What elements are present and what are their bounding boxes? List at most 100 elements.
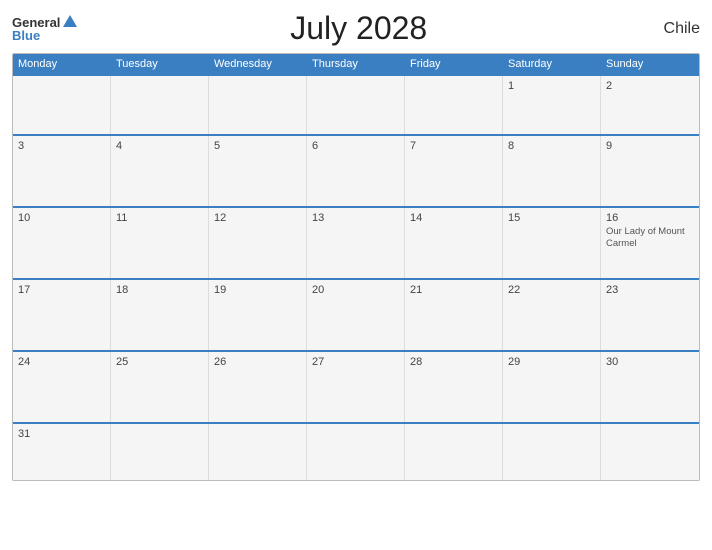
day-number: 12 bbox=[214, 212, 301, 224]
calendar-cell-2-4: 14 bbox=[405, 208, 503, 278]
calendar-cell-0-5: 1 bbox=[503, 76, 601, 134]
page: General Blue July 2028 Chile Monday Tues… bbox=[0, 0, 712, 550]
calendar-cell-0-6: 2 bbox=[601, 76, 699, 134]
calendar-cell-3-2: 19 bbox=[209, 280, 307, 350]
calendar-row-1: 3456789 bbox=[13, 134, 699, 206]
day-number: 8 bbox=[508, 140, 595, 152]
calendar-cell-1-4: 7 bbox=[405, 136, 503, 206]
header-tuesday: Tuesday bbox=[111, 54, 209, 74]
country-label: Chile bbox=[640, 20, 700, 38]
event-label: Our Lady of Mount Carmel bbox=[606, 226, 694, 251]
day-number: 20 bbox=[312, 284, 399, 296]
day-number: 18 bbox=[116, 284, 203, 296]
calendar-row-0: 12 bbox=[13, 74, 699, 134]
calendar-cell-1-3: 6 bbox=[307, 136, 405, 206]
day-number: 30 bbox=[606, 356, 694, 368]
day-number: 10 bbox=[18, 212, 105, 224]
day-number: 16 bbox=[606, 212, 694, 224]
calendar-header: Monday Tuesday Wednesday Thursday Friday… bbox=[13, 54, 699, 74]
calendar-cell-4-2: 26 bbox=[209, 352, 307, 422]
header-saturday: Saturday bbox=[503, 54, 601, 74]
calendar-cell-3-0: 17 bbox=[13, 280, 111, 350]
logo-general-row: General bbox=[12, 15, 77, 29]
day-number: 3 bbox=[18, 140, 105, 152]
day-number: 13 bbox=[312, 212, 399, 224]
calendar-cell-4-3: 27 bbox=[307, 352, 405, 422]
day-number: 17 bbox=[18, 284, 105, 296]
day-number: 21 bbox=[410, 284, 497, 296]
calendar-cell-0-4 bbox=[405, 76, 503, 134]
header-monday: Monday bbox=[13, 54, 111, 74]
calendar-cell-5-0: 31 bbox=[13, 424, 111, 480]
calendar-cell-5-3 bbox=[307, 424, 405, 480]
calendar-cell-2-6: 16 Our Lady of Mount Carmel bbox=[601, 208, 699, 278]
day-number: 27 bbox=[312, 356, 399, 368]
calendar-cell-3-1: 18 bbox=[111, 280, 209, 350]
header-sunday: Sunday bbox=[601, 54, 699, 74]
calendar-cell-5-1 bbox=[111, 424, 209, 480]
day-number: 15 bbox=[508, 212, 595, 224]
calendar-row-4: 24 25 26 27 28 29 30 bbox=[13, 350, 699, 422]
calendar-cell-0-0 bbox=[13, 76, 111, 134]
day-number: 1 bbox=[508, 80, 595, 92]
calendar-cell-3-5: 22 bbox=[503, 280, 601, 350]
day-number: 29 bbox=[508, 356, 595, 368]
calendar-cell-2-0: 10 bbox=[13, 208, 111, 278]
calendar-cell-1-0: 3 bbox=[13, 136, 111, 206]
day-number: 7 bbox=[410, 140, 497, 152]
calendar-cell-5-6 bbox=[601, 424, 699, 480]
calendar-cell-5-4 bbox=[405, 424, 503, 480]
day-number: 2 bbox=[606, 80, 694, 92]
day-number: 24 bbox=[18, 356, 105, 368]
header-wednesday: Wednesday bbox=[209, 54, 307, 74]
calendar-cell-4-4: 28 bbox=[405, 352, 503, 422]
calendar-cell-1-2: 5 bbox=[209, 136, 307, 206]
calendar-cell-0-3 bbox=[307, 76, 405, 134]
day-number: 4 bbox=[116, 140, 203, 152]
calendar-cell-3-6: 23 bbox=[601, 280, 699, 350]
day-number: 11 bbox=[116, 212, 203, 224]
day-number: 26 bbox=[214, 356, 301, 368]
calendar-cell-0-1 bbox=[111, 76, 209, 134]
calendar-cell-1-6: 9 bbox=[601, 136, 699, 206]
header: General Blue July 2028 Chile bbox=[12, 10, 700, 47]
logo-general: General bbox=[12, 16, 60, 29]
day-number: 25 bbox=[116, 356, 203, 368]
calendar-row-3: 17 18 19 20 21 22 23 bbox=[13, 278, 699, 350]
calendar-cell-2-3: 13 bbox=[307, 208, 405, 278]
calendar-cell-5-5 bbox=[503, 424, 601, 480]
calendar-cell-2-1: 11 bbox=[111, 208, 209, 278]
calendar-cell-3-4: 21 bbox=[405, 280, 503, 350]
calendar-cell-0-2 bbox=[209, 76, 307, 134]
logo-blue: Blue bbox=[12, 29, 77, 42]
day-number: 5 bbox=[214, 140, 301, 152]
logo-triangle-icon bbox=[63, 15, 77, 27]
day-number: 28 bbox=[410, 356, 497, 368]
calendar-cell-4-6: 30 bbox=[601, 352, 699, 422]
calendar-title: July 2028 bbox=[77, 10, 640, 47]
calendar-cell-3-3: 20 bbox=[307, 280, 405, 350]
day-number: 9 bbox=[606, 140, 694, 152]
calendar-cell-4-1: 25 bbox=[111, 352, 209, 422]
calendar-cell-1-5: 8 bbox=[503, 136, 601, 206]
calendar: Monday Tuesday Wednesday Thursday Friday… bbox=[12, 53, 700, 481]
calendar-cell-2-2: 12 bbox=[209, 208, 307, 278]
calendar-cell-2-5: 15 bbox=[503, 208, 601, 278]
calendar-cell-4-0: 24 bbox=[13, 352, 111, 422]
calendar-row-5: 31 bbox=[13, 422, 699, 480]
day-number: 23 bbox=[606, 284, 694, 296]
day-number: 22 bbox=[508, 284, 595, 296]
logo-text-group: General Blue bbox=[12, 15, 77, 42]
calendar-cell-1-1: 4 bbox=[111, 136, 209, 206]
calendar-cell-5-2 bbox=[209, 424, 307, 480]
day-number: 31 bbox=[18, 428, 105, 440]
logo: General Blue bbox=[12, 15, 77, 42]
header-friday: Friday bbox=[405, 54, 503, 74]
calendar-body: 12345678910111213141516Our Lady of Mount… bbox=[13, 74, 699, 480]
header-thursday: Thursday bbox=[307, 54, 405, 74]
calendar-row-2: 10 11 12 13 14 15 16 Our Lady of Mount Carmel bbox=[13, 206, 699, 278]
day-number: 19 bbox=[214, 284, 301, 296]
day-number: 14 bbox=[410, 212, 497, 224]
calendar-cell-4-5: 29 bbox=[503, 352, 601, 422]
day-number: 6 bbox=[312, 140, 399, 152]
